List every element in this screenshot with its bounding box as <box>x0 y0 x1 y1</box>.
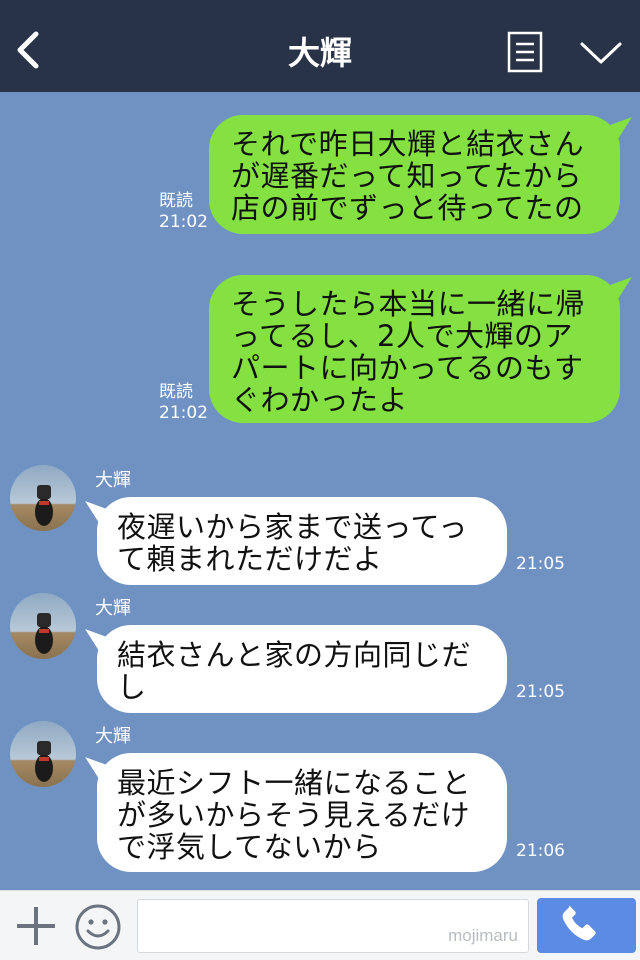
incoming-message[interactable]: 夜遅いから家まで送ってっ て頼まれただけだよ <box>97 497 507 585</box>
sender-name: 大輝 <box>95 726 131 747</box>
add-button[interactable] <box>14 904 58 948</box>
message-meta: 既読 21:02 <box>159 191 208 233</box>
dropdown-button[interactable] <box>578 34 624 70</box>
message-input[interactable]: mojimaru <box>137 899 529 953</box>
read-receipt: 既読 <box>159 191 193 211</box>
input-bar: mojimaru <box>0 890 640 960</box>
plus-icon <box>17 907 55 945</box>
sender-name: 大輝 <box>95 470 131 491</box>
emoji-button[interactable] <box>74 903 122 951</box>
outgoing-message[interactable]: そうしたら本当に一緒に帰 ってるし、2人で大輝のア パートに向かってるのもす ぐ… <box>209 275 620 423</box>
message-time: 21:05 <box>516 682 565 702</box>
avatar[interactable] <box>10 465 76 531</box>
incoming-message[interactable]: 最近シフト一緒になること が多いからそう見えるだけ で浮気してないから <box>97 753 507 872</box>
chat-header: 大輝 <box>0 0 640 92</box>
notes-icon <box>507 31 543 73</box>
watermark-text: mojimaru <box>448 926 518 945</box>
outgoing-message[interactable]: それで昨日大輝と結衣さん が遅番だって知ってたから 店の前でずっと待ってたの <box>209 115 620 234</box>
motorcycle-avatar-icon <box>35 485 53 526</box>
notes-button[interactable] <box>506 30 544 74</box>
message-meta: 既読 21:02 <box>159 382 208 424</box>
read-receipt: 既読 <box>159 382 193 402</box>
sender-name: 大輝 <box>95 598 131 619</box>
phone-icon <box>562 905 596 941</box>
smiley-icon <box>75 904 121 950</box>
motorcycle-avatar-icon <box>35 741 53 782</box>
chevron-down-icon <box>580 42 622 64</box>
avatar[interactable] <box>10 721 76 787</box>
message-time: 21:02 <box>159 403 208 423</box>
incoming-message[interactable]: 結衣さんと家の方向同じだ し <box>97 625 507 713</box>
call-button[interactable] <box>537 898 636 953</box>
message-time: 21:02 <box>159 212 208 232</box>
avatar[interactable] <box>10 593 76 659</box>
motorcycle-avatar-icon <box>35 613 53 654</box>
chat-area[interactable]: 既読 21:02 それで昨日大輝と結衣さん が遅番だって知ってたから 店の前でず… <box>0 92 640 890</box>
chat-title: 大輝 <box>287 34 352 72</box>
message-time: 21:06 <box>516 841 565 861</box>
message-time: 21:05 <box>516 554 565 574</box>
